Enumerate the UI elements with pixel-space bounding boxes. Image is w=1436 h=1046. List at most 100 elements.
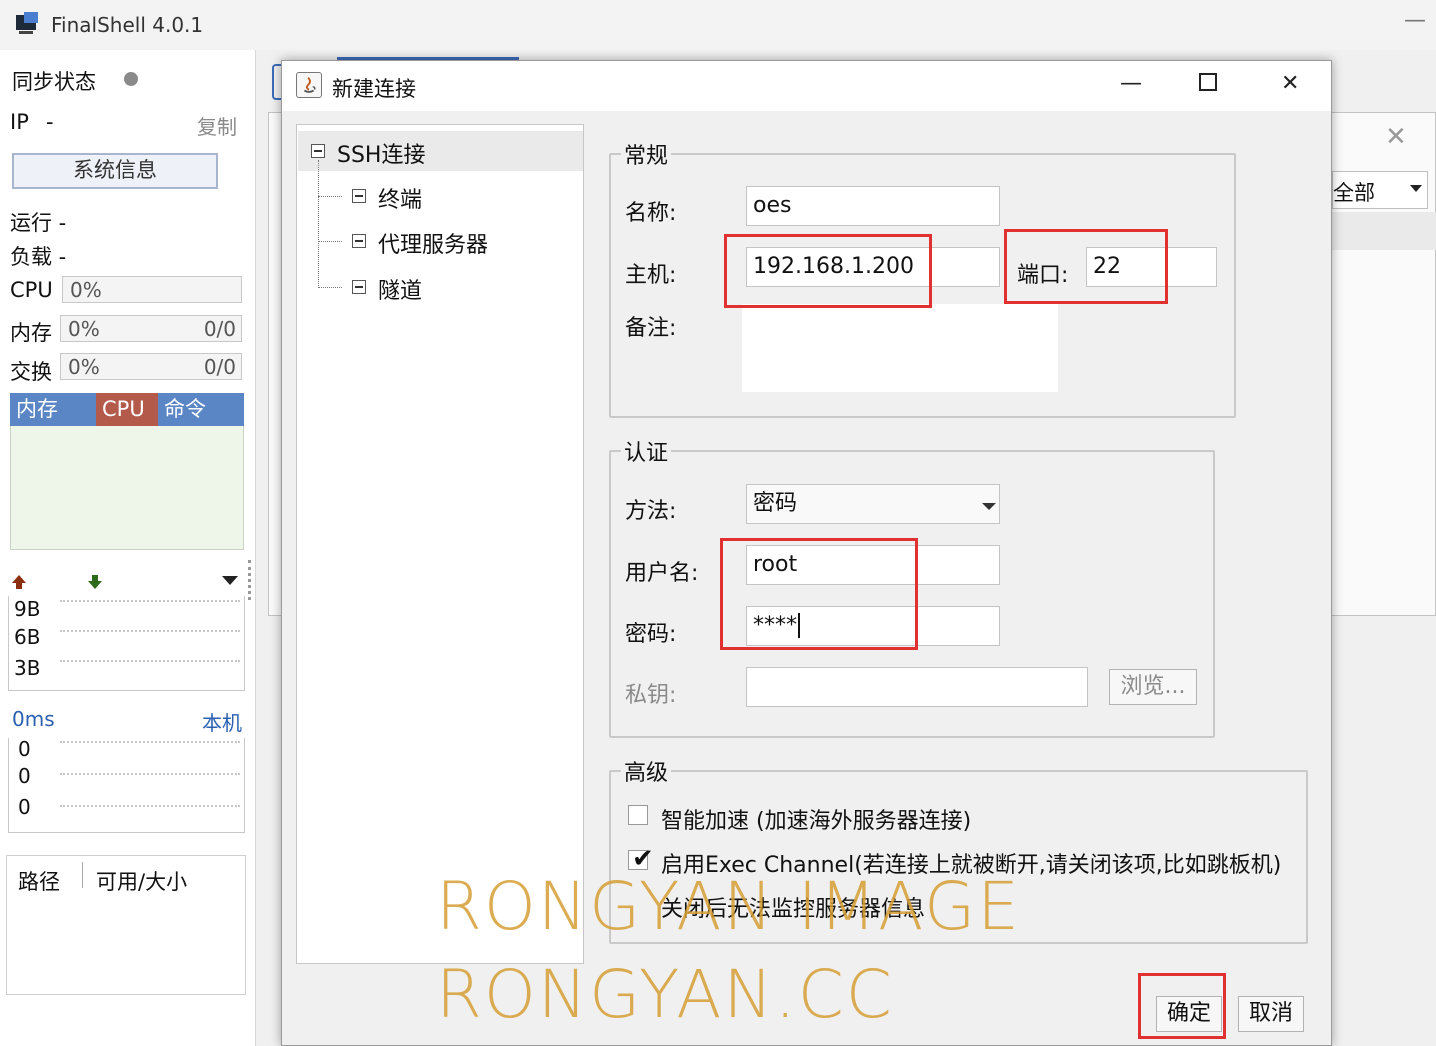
ping-gridline	[60, 773, 240, 775]
net-gridline	[60, 630, 240, 632]
private-key-input[interactable]	[746, 667, 1088, 707]
tree-connector	[318, 160, 319, 288]
net-scale-high: 9B	[14, 597, 41, 621]
collapse-icon[interactable]	[352, 234, 366, 248]
tab-cpu[interactable]: CPU	[96, 393, 158, 426]
main-titlebar: FinalShell 4.0.1 —	[0, 0, 1436, 50]
password-label: 密码:	[625, 622, 677, 647]
collapse-icon[interactable]	[352, 280, 366, 294]
disk-col-size[interactable]: 可用/大小	[96, 866, 187, 896]
cpu-meter: 0%	[62, 276, 242, 303]
collapse-icon[interactable]	[352, 189, 366, 203]
chevron-down-icon	[982, 503, 996, 510]
net-scale-low: 3B	[14, 656, 41, 680]
memory-meter: 0% 0/0	[60, 315, 242, 342]
tree-connector	[318, 196, 342, 197]
tree-item-tunnel[interactable]: 隧道	[378, 273, 422, 305]
settings-tree: SSH连接 终端 代理服务器 隧道	[296, 124, 584, 964]
tab-memory[interactable]: 内存	[10, 393, 64, 426]
ping-target[interactable]: 本机	[202, 707, 242, 736]
list-header-row	[1332, 212, 1436, 250]
dialog-minimize-button[interactable]: —	[1120, 71, 1142, 96]
system-info-button[interactable]: 系统信息	[12, 153, 218, 189]
process-tab-bar: 内存 CPU 命令	[10, 393, 244, 426]
ping-gridline	[60, 741, 240, 743]
chevron-down-icon	[1410, 185, 1422, 192]
credentials-highlight-box	[720, 538, 918, 650]
main-minimize-button[interactable]: —	[1404, 8, 1426, 33]
tree-item-terminal[interactable]: 终端	[378, 182, 422, 214]
ping-latency: 0ms	[12, 707, 55, 731]
ping-graph	[8, 738, 245, 833]
sync-status-indicator	[124, 72, 138, 86]
advanced-group-title: 高级	[621, 755, 672, 787]
swap-percent: 0%	[68, 355, 100, 379]
ip-value: -	[46, 110, 54, 134]
upload-arrow-icon	[12, 575, 26, 589]
dialog-titlebar: 新建连接 — ✕	[282, 61, 1331, 111]
cpu-value: 0%	[70, 278, 102, 302]
dialog-maximize-button[interactable]	[1199, 73, 1217, 91]
method-label: 方法:	[625, 499, 677, 524]
net-scale-mid: 6B	[14, 625, 41, 649]
ip-label: IP	[10, 110, 29, 134]
copy-ip-link[interactable]: 复制	[197, 111, 237, 140]
ping-value: 0	[18, 795, 31, 819]
name-label: 名称:	[625, 201, 677, 226]
ping-value: 0	[18, 737, 31, 761]
dialog-close-button[interactable]: ✕	[1281, 71, 1299, 96]
memory-label: 内存	[10, 321, 52, 345]
ping-gridline	[60, 805, 240, 807]
smart-accel-checkbox[interactable]	[628, 805, 648, 825]
host-highlight-box	[724, 234, 932, 308]
network-interface-dropdown[interactable]	[222, 576, 238, 585]
ok-highlight-box	[1138, 973, 1226, 1039]
exec-channel-label: 启用Exec Channel(若连接上就被断开,请关闭该项,比如跳板机)	[661, 853, 1282, 878]
connection-manager-close-icon[interactable]: ✕	[1385, 122, 1407, 152]
cancel-button[interactable]: 取消	[1238, 996, 1304, 1032]
tree-connector	[318, 287, 342, 288]
swap-meter: 0% 0/0	[60, 353, 242, 380]
swap-usage: 0/0	[203, 355, 236, 379]
dialog-title: 新建连接	[332, 77, 416, 101]
tree-connector	[318, 241, 342, 242]
host-label: 主机:	[625, 263, 677, 288]
sync-status-label: 同步状态	[12, 70, 96, 94]
app-title: FinalShell 4.0.1	[51, 13, 204, 37]
browse-button[interactable]: 浏览...	[1109, 669, 1197, 705]
panel-splitter[interactable]	[248, 560, 251, 600]
app-icon	[16, 12, 38, 34]
network-graph	[8, 596, 245, 691]
memory-usage: 0/0	[203, 317, 236, 341]
checkmark-icon: ✔	[632, 844, 654, 874]
java-app-icon	[296, 72, 322, 98]
exec-channel-label-line2: 关闭后无法监控服务器信息	[661, 897, 926, 922]
ping-value: 0	[18, 764, 31, 788]
note-label: 备注:	[625, 316, 677, 341]
tree-item-ssh[interactable]: SSH连接	[337, 137, 425, 169]
new-connection-dialog: 新建连接 — ✕ SSH连接 终端 代理服务器 隧道 常规 名称: oes 主机…	[281, 60, 1332, 1046]
download-arrow-icon	[88, 575, 102, 589]
cpu-label: CPU	[10, 278, 53, 302]
username-label: 用户名:	[625, 561, 699, 586]
collapse-icon[interactable]	[311, 144, 325, 158]
port-highlight-box	[1004, 229, 1168, 304]
process-list	[10, 426, 244, 550]
memory-percent: 0%	[68, 317, 100, 341]
auth-group-title: 认证	[621, 435, 672, 467]
column-divider	[82, 862, 83, 888]
general-group-title: 常规	[621, 138, 672, 170]
method-select[interactable]: 密码	[746, 484, 1000, 524]
swap-label: 交换	[10, 360, 52, 384]
tab-command[interactable]: 命令	[158, 393, 212, 426]
exec-channel-checkbox[interactable]: ✔	[628, 845, 654, 873]
name-input[interactable]: oes	[746, 186, 1000, 226]
tree-item-proxy[interactable]: 代理服务器	[378, 227, 488, 259]
note-textarea[interactable]	[742, 304, 1058, 392]
uptime-label: 运行 -	[10, 211, 67, 235]
disk-col-path[interactable]: 路径	[18, 866, 60, 896]
net-gridline	[60, 660, 240, 662]
net-gridline	[60, 600, 240, 602]
load-label: 负载 -	[10, 245, 67, 269]
private-key-label: 私钥:	[625, 683, 677, 708]
